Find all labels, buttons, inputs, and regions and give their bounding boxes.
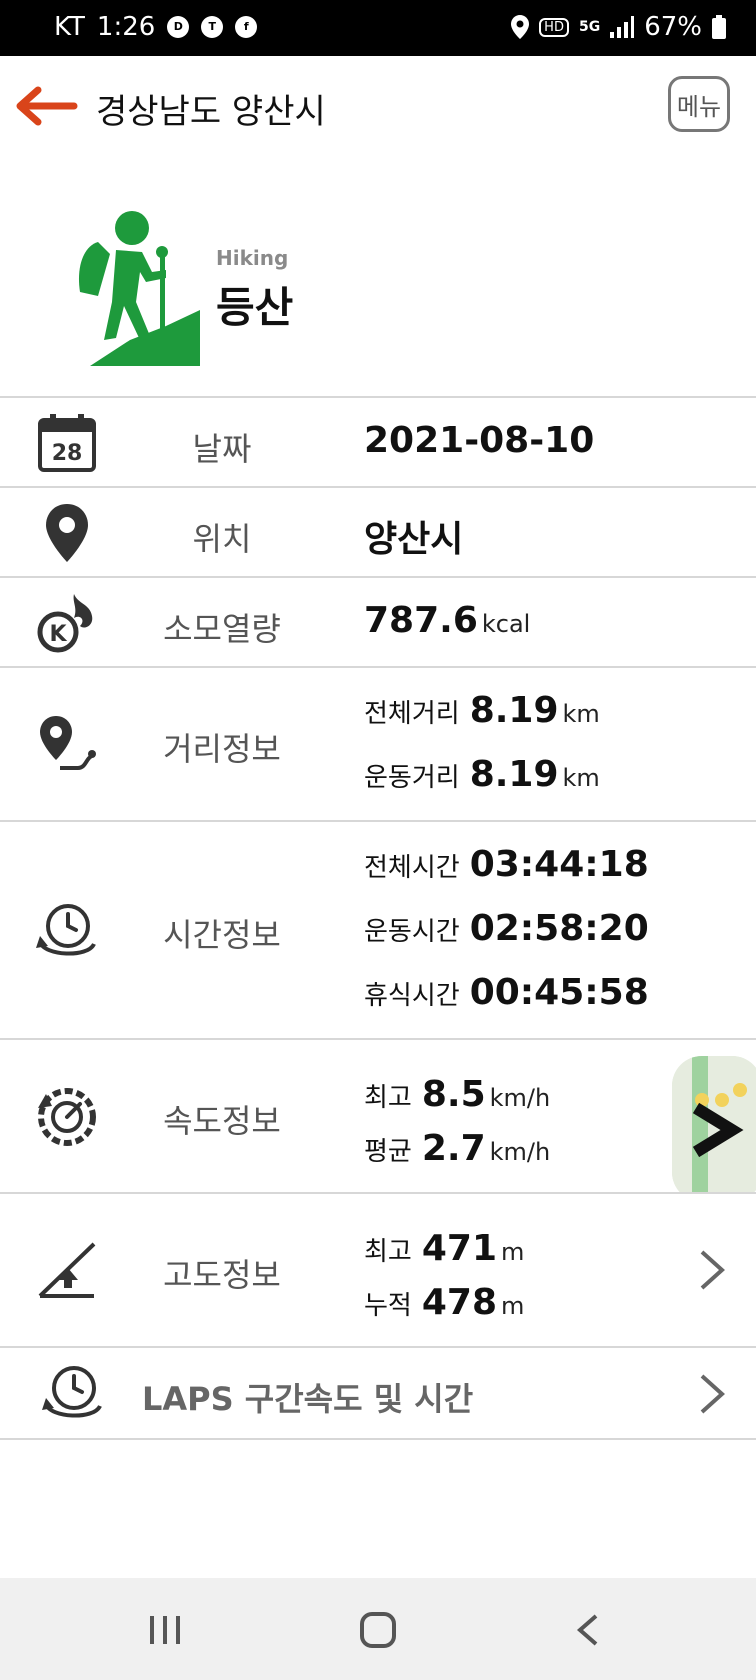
total-time-line: 전체시간 03:44:18 [364, 844, 649, 885]
battery-percent: 67% [644, 12, 702, 42]
total-distance-line: 전체거리 8.19 km [364, 690, 600, 731]
activity-english: Hiking [216, 246, 289, 270]
total-distance-label: 전체거리 [364, 699, 460, 729]
back-nav-icon[interactable] [576, 1612, 600, 1648]
max-altitude-label: 최고 [364, 1237, 412, 1267]
cum-altitude-unit: m [501, 1292, 525, 1320]
cum-altitude-line: 누적 478 m [364, 1282, 524, 1323]
calories-value: 787.6 [364, 600, 478, 641]
chevron-right-icon[interactable] [698, 1248, 726, 1292]
recent-apps-icon[interactable] [148, 1614, 182, 1646]
calorie-flame-icon: K [37, 594, 93, 653]
map-thumbnail-button[interactable] [672, 1056, 756, 1202]
avg-speed-value: 2.7 [421, 1128, 486, 1169]
total-time-value: 03:44:18 [469, 844, 649, 885]
date-label: 날짜 [192, 430, 252, 468]
status-bar: KT 1:26 D T f HD 5G 67% [0, 0, 756, 56]
max-altitude-line: 최고 471 m [364, 1228, 524, 1269]
rest-time-value: 00:45:58 [469, 972, 649, 1013]
max-speed-value: 8.5 [421, 1074, 486, 1115]
max-altitude-value: 471 [421, 1228, 497, 1269]
svg-text:K: K [49, 622, 67, 647]
date-value: 2021-08-10 [364, 420, 595, 461]
location-value: 양산시 [364, 519, 464, 560]
home-icon[interactable] [358, 1610, 398, 1650]
talk-icon: T [201, 16, 224, 38]
carrier-text: KT [54, 12, 85, 42]
time-label: 시간정보 [163, 916, 281, 954]
menu-button[interactable]: 메뉴 [668, 76, 730, 132]
signal-icon [610, 16, 635, 38]
move-time-value: 02:58:20 [469, 908, 649, 949]
move-distance-line: 운동거리 8.19 km [364, 754, 600, 795]
map-thumbnail-icon [672, 1056, 756, 1202]
avg-speed-label: 평균 [364, 1137, 412, 1167]
max-speed-line: 최고 8.5 km/h [364, 1074, 550, 1115]
row-time: 시간정보 전체시간 03:44:18 운동시간 02:58:20 휴식시간 00:45… [0, 820, 756, 1040]
app-header: 경상남도 양산시 메뉴 [0, 56, 756, 153]
calories-line: 787.6 kcal [364, 600, 530, 641]
total-distance-value: 8.19 [469, 690, 559, 731]
altitude-label: 고도정보 [163, 1256, 281, 1294]
avg-speed-line: 평균 2.7 km/h [364, 1128, 550, 1169]
activity-banner: Hiking 등산 [0, 152, 756, 548]
battery-icon [712, 15, 726, 39]
activity-korean: 등산 [216, 283, 294, 332]
move-time-label: 운동시간 [364, 917, 460, 947]
row-calories: K 소모열량 787.6 kcal [0, 576, 756, 668]
chevron-right-icon[interactable] [698, 1372, 726, 1416]
move-distance-value: 8.19 [469, 754, 559, 795]
total-distance-unit: km [562, 700, 600, 728]
speed-label: 속도정보 [163, 1102, 281, 1140]
cum-altitude-value: 478 [421, 1282, 497, 1323]
row-altitude[interactable]: 고도정보 최고 471 m 누적 478 m [0, 1192, 756, 1348]
row-speed[interactable]: 속도정보 최고 8.5 km/h 평균 2.7 km/h [0, 1038, 756, 1202]
svg-text:28: 28 [52, 441, 83, 466]
5g-icon: 5G [578, 19, 601, 35]
calendar-icon: 28 [38, 414, 96, 472]
laps-label: LAPS 구간속도 및 시간 [142, 1380, 474, 1418]
max-speed-label: 최고 [364, 1083, 412, 1113]
calories-label: 소모열량 [163, 610, 281, 648]
clock-cycle-icon [36, 904, 96, 956]
d-app-icon: D [167, 16, 190, 38]
distance-label: 거리정보 [163, 730, 281, 768]
facebook-icon: f [235, 16, 258, 38]
row-location: 위치 양산시 [0, 486, 756, 578]
move-distance-label: 운동거리 [364, 763, 460, 793]
page-title: 경상남도 양산시 [96, 92, 326, 132]
total-time-label: 전체시간 [364, 853, 460, 883]
rest-time-line: 휴식시간 00:45:58 [364, 972, 649, 1013]
location-label: 위치 [192, 520, 252, 558]
system-nav-bar [0, 1578, 756, 1680]
hiker-icon [78, 211, 200, 366]
max-speed-unit: km/h [489, 1084, 551, 1112]
hd-icon: HD [539, 17, 569, 37]
move-time-line: 운동시간 02:58:20 [364, 908, 649, 949]
calories-unit: kcal [481, 610, 531, 638]
laps-clock-icon [42, 1366, 102, 1418]
cum-altitude-label: 누적 [364, 1291, 412, 1321]
altitude-slope-icon [38, 1242, 96, 1298]
location-icon [511, 15, 530, 39]
row-laps[interactable]: LAPS 구간속도 및 시간 [0, 1346, 756, 1440]
back-arrow-icon[interactable] [16, 86, 78, 126]
rest-time-label: 휴식시간 [364, 981, 460, 1011]
location-pin-icon [46, 504, 88, 562]
row-date: 28 날짜 2021-08-10 [0, 396, 756, 488]
move-distance-unit: km [562, 764, 600, 792]
row-distance: 거리정보 전체거리 8.19 km 운동거리 8.19 km [0, 666, 756, 822]
max-altitude-unit: m [501, 1238, 525, 1266]
route-pin-icon [40, 716, 96, 770]
avg-speed-unit: km/h [489, 1138, 551, 1166]
clock-text: 1:26 [96, 12, 156, 42]
speedometer-icon [38, 1088, 96, 1146]
